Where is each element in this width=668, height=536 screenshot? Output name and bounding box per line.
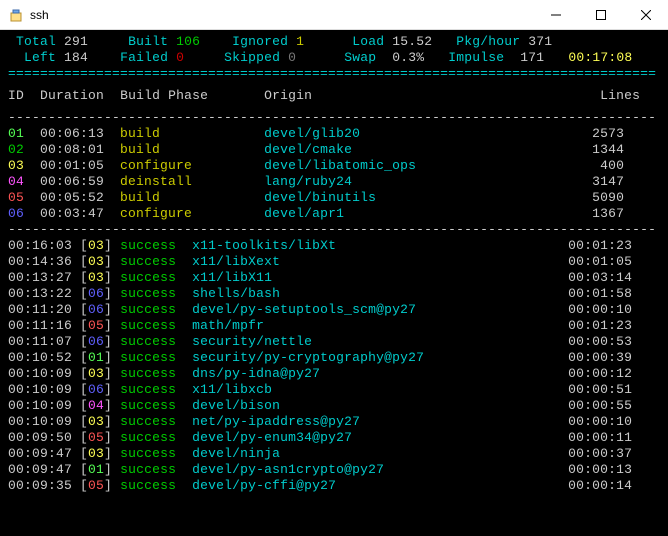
builder-row: 02 00:08:01 build devel/cmake 1344 <box>8 142 660 158</box>
stats-row-2: Left 184 Failed 0 Skipped 0 Swap 0.3% Im… <box>8 50 660 66</box>
window-controls <box>533 0 668 29</box>
stats-row-1: Total 291 Built 106 Ignored 1 Load 15.52… <box>8 34 660 50</box>
dashline: ----------------------------------------… <box>8 110 660 126</box>
minimize-button[interactable] <box>533 0 578 29</box>
log-row: 00:10:09 [06] success x11/libxcb 00:00:5… <box>8 382 660 398</box>
builder-row: 01 00:06:13 build devel/glib20 2573 <box>8 126 660 142</box>
log-row: 00:09:50 [05] success devel/py-enum34@py… <box>8 430 660 446</box>
log-row: 00:10:09 [03] success net/py-ipaddress@p… <box>8 414 660 430</box>
builder-row: 04 00:06:59 deinstall lang/ruby24 3147 <box>8 174 660 190</box>
log-row: 00:10:52 [01] success security/py-crypto… <box>8 350 660 366</box>
log-row: 00:11:16 [05] success math/mpfr 00:01:23 <box>8 318 660 334</box>
log-row: 00:14:36 [03] success x11/libXext 00:01:… <box>8 254 660 270</box>
log-row: 00:09:47 [01] success devel/py-asn1crypt… <box>8 462 660 478</box>
builder-row: 03 00:01:05 configure devel/libatomic_op… <box>8 158 660 174</box>
log-row: 00:10:09 [04] success devel/bison 00:00:… <box>8 398 660 414</box>
builder-row: 05 00:05:52 build devel/binutils 5090 <box>8 190 660 206</box>
log-row: 00:10:09 [03] success dns/py-idna@py27 0… <box>8 366 660 382</box>
close-button[interactable] <box>623 0 668 29</box>
log-row: 00:09:35 [05] success devel/py-cffi@py27… <box>8 478 660 494</box>
dashline: ----------------------------------------… <box>8 222 660 238</box>
terminal-output[interactable]: Total 291 Built 106 Ignored 1 Load 15.52… <box>0 30 668 536</box>
log-row: 00:16:03 [03] success x11-toolkits/libXt… <box>8 238 660 254</box>
log-row: 00:13:27 [03] success x11/libX11 00:03:1… <box>8 270 660 286</box>
builder-row: 06 00:03:47 configure devel/apr1 1367 <box>8 206 660 222</box>
log-row: 00:11:20 [06] success devel/py-setuptool… <box>8 302 660 318</box>
log-row: 00:11:07 [06] success security/nettle 00… <box>8 334 660 350</box>
log-row: 00:13:22 [06] success shells/bash 00:01:… <box>8 286 660 302</box>
divider: ========================================… <box>8 66 660 82</box>
app-icon <box>8 7 24 23</box>
window-title: ssh <box>30 8 49 22</box>
column-headers: ID Duration Build Phase Origin Lines <box>8 88 660 104</box>
window-titlebar: ssh <box>0 0 668 30</box>
log-row: 00:09:47 [03] success devel/ninja 00:00:… <box>8 446 660 462</box>
maximize-button[interactable] <box>578 0 623 29</box>
